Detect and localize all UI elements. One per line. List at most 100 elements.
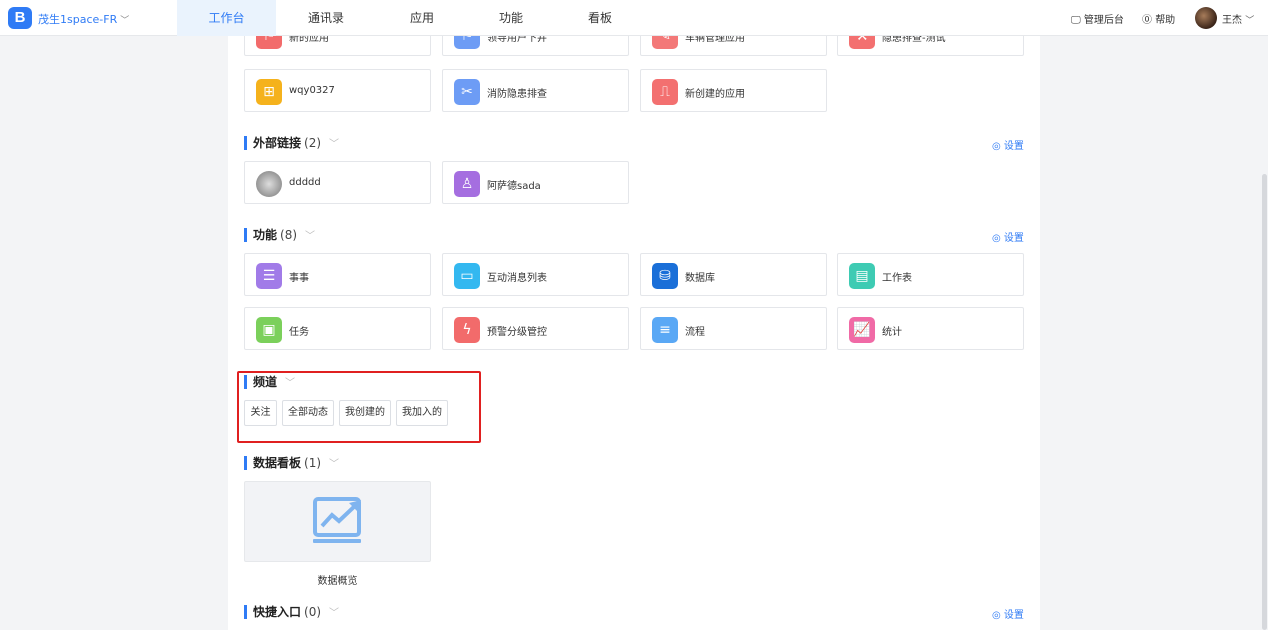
- section-title-features: 功能 (8) ﹀: [244, 228, 315, 242]
- org-name: 茂生1space-FR: [38, 13, 118, 26]
- feature-label: 工作表: [882, 273, 912, 284]
- section-title-dashboards: 数据看板 (1) ﹀: [244, 456, 339, 470]
- chevron-down-icon[interactable]: ﹀: [329, 608, 339, 619]
- highlight-box: [237, 371, 481, 443]
- settings-icon: ◎: [992, 141, 1001, 152]
- link-thumbnail-icon: [256, 171, 282, 197]
- help-label: 帮助: [1155, 15, 1176, 26]
- section-title-text: 外部链接: [253, 136, 302, 150]
- org-switcher[interactable]: 茂生1space-FR ﹀: [38, 11, 129, 27]
- feature-label: 流程: [685, 327, 705, 338]
- section-count: (0): [304, 605, 322, 619]
- feature-card[interactable]: ☰ 事事: [244, 253, 431, 296]
- section-count: (1): [304, 456, 322, 470]
- top-bar: B 茂生1space-FR ﹀ 工作台 通讯录 应用 功能 看板 🖵 管理后台 ⓪…: [0, 0, 1268, 36]
- section-title-shortcuts: 快捷入口 (0) ﹀: [244, 605, 339, 619]
- features-settings-button[interactable]: ◎ 设置: [992, 229, 1024, 244]
- chevron-down-icon[interactable]: ﹀: [329, 459, 339, 470]
- app-card[interactable]: ⚐ 新的应用: [244, 36, 431, 56]
- section-title-external-links: 外部链接 (2) ﹀: [244, 136, 339, 150]
- app-label: wqy0327: [289, 85, 335, 96]
- external-links-settings-button[interactable]: ◎ 设置: [992, 137, 1024, 152]
- app-label: 车辆管理应用: [685, 36, 745, 44]
- settings-label: 设置: [1003, 141, 1024, 152]
- feature-label: 任务: [289, 327, 309, 338]
- link-label: ddddd: [289, 177, 321, 188]
- scrollbar-thumb[interactable]: [1262, 174, 1267, 630]
- tab-workbench[interactable]: 工作台: [177, 0, 276, 36]
- feature-label: 互动消息列表: [487, 273, 547, 284]
- tools-icon: ✂: [454, 79, 480, 105]
- feature-card[interactable]: ϟ 预警分级管控: [442, 307, 629, 350]
- grid-icon: ⊞: [256, 79, 282, 105]
- app-card[interactable]: ⚑ 领导用户下井: [442, 36, 629, 56]
- feature-card[interactable]: 📈 统计: [837, 307, 1024, 350]
- avatar[interactable]: [1195, 7, 1217, 29]
- feature-card[interactable]: ▤ 工作表: [837, 253, 1024, 296]
- chevron-down-icon: ﹀: [1245, 16, 1255, 26]
- section-title-text: 数据看板: [253, 456, 302, 470]
- settings-label: 设置: [1003, 610, 1024, 621]
- settings-icon: ◎: [992, 233, 1001, 244]
- section-count: (8): [280, 228, 298, 242]
- link-card[interactable]: ♙ 阿萨德sada: [442, 161, 629, 204]
- help-link[interactable]: ⓪ 帮助: [1142, 11, 1175, 26]
- help-icon: ⓪: [1142, 15, 1152, 26]
- admin-console-label: 管理后台: [1083, 15, 1124, 26]
- feature-card[interactable]: ▣ 任务: [244, 307, 431, 350]
- app-label: 新创建的应用: [685, 89, 745, 100]
- app-card[interactable]: ✎ 车辆管理应用: [640, 36, 827, 56]
- link-card[interactable]: ddddd: [244, 161, 431, 204]
- app-label: 隐患排查-测试: [882, 36, 946, 44]
- statistics-icon: 📈: [849, 317, 875, 343]
- feature-card[interactable]: ⛁ 数据库: [640, 253, 827, 296]
- car-icon: ✎: [652, 36, 678, 49]
- app-card[interactable]: ⊞ wqy0327: [244, 69, 431, 112]
- tab-dashboard[interactable]: 看板: [554, 0, 646, 36]
- dashboard-card[interactable]: [244, 481, 431, 562]
- clipboard-icon: ▤: [849, 263, 875, 289]
- task-icon: ▣: [256, 317, 282, 343]
- feature-card[interactable]: ▭ 互动消息列表: [442, 253, 629, 296]
- app-card[interactable]: ⚒ 隐患排查-测试: [837, 36, 1024, 56]
- feature-label: 事事: [289, 273, 309, 284]
- feature-label: 统计: [882, 327, 902, 338]
- admin-console-link[interactable]: 🖵 管理后台: [1071, 11, 1124, 26]
- trend-chart-icon: [313, 497, 361, 543]
- feature-card[interactable]: ≡ 流程: [640, 307, 827, 350]
- app-label: 领导用户下井: [487, 36, 547, 44]
- chevron-down-icon[interactable]: ﹀: [329, 139, 339, 150]
- database-icon: ⛁: [652, 263, 678, 289]
- app-icon: ⚒: [849, 36, 875, 49]
- monitor-icon: 🖵: [1071, 15, 1081, 26]
- chevron-down-icon: ﹀: [120, 16, 130, 26]
- link-label: 阿萨德sada: [487, 181, 541, 192]
- feature-label: 预警分级管控: [487, 327, 547, 338]
- section-title-text: 快捷入口: [253, 605, 302, 619]
- chevron-down-icon[interactable]: ﹀: [305, 231, 315, 242]
- user-icon: ♙: [454, 171, 480, 197]
- flow-icon: ≡: [652, 317, 678, 343]
- app-label: 新的应用: [289, 36, 329, 44]
- flag-icon: ⚑: [454, 36, 480, 49]
- user-name: 王杰: [1222, 15, 1242, 26]
- chart-icon: ⎍: [652, 79, 678, 105]
- app-label: 消防隐患排查: [487, 89, 547, 100]
- settings-icon: ◎: [992, 610, 1001, 621]
- tab-features[interactable]: 功能: [468, 0, 554, 36]
- message-icon: ▭: [454, 263, 480, 289]
- shortcuts-settings-button[interactable]: ◎ 设置: [992, 606, 1024, 621]
- app-logo-icon[interactable]: B: [8, 7, 32, 29]
- app-icon: ⚐: [256, 36, 282, 49]
- user-menu[interactable]: 王杰 ﹀: [1222, 11, 1254, 26]
- tab-contacts[interactable]: 通讯录: [276, 0, 376, 36]
- dashboard-label[interactable]: 数据概览: [244, 572, 431, 587]
- app-card[interactable]: ⎍ 新创建的应用: [640, 69, 827, 112]
- app-card[interactable]: ✂ 消防隐患排查: [442, 69, 629, 112]
- section-title-text: 功能: [253, 228, 278, 242]
- settings-label: 设置: [1003, 233, 1024, 244]
- lightning-icon: ϟ: [454, 317, 480, 343]
- feature-label: 数据库: [685, 273, 715, 284]
- tab-apps[interactable]: 应用: [376, 0, 468, 36]
- section-count: (2): [304, 136, 322, 150]
